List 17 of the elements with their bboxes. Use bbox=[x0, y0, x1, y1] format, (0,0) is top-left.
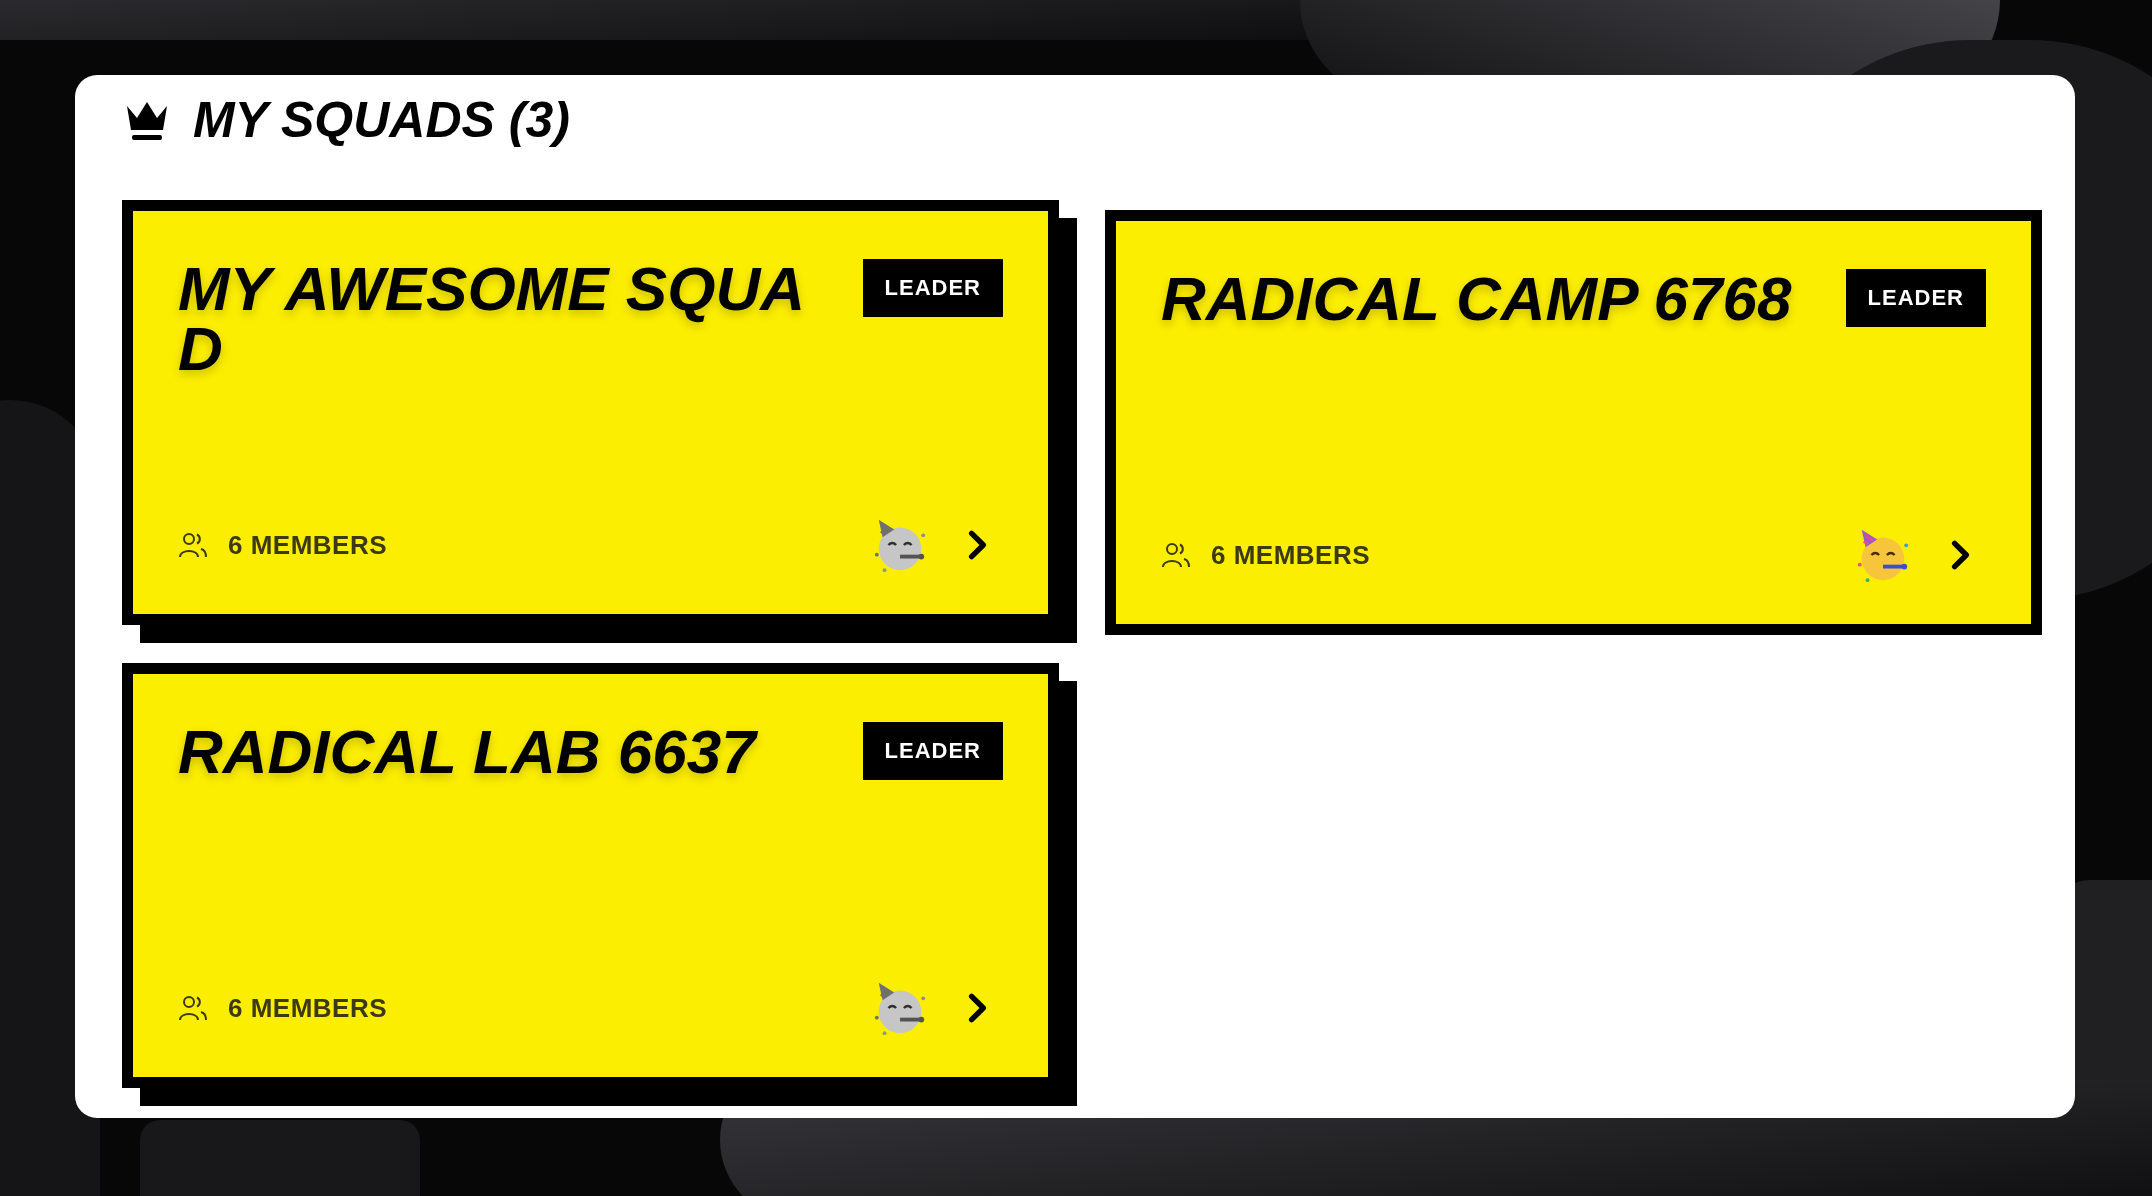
leader-badge: LEADER bbox=[862, 259, 1003, 317]
leader-badge: LEADER bbox=[1845, 269, 1986, 327]
leader-badge: LEADER bbox=[862, 722, 1003, 780]
chevron-right-icon bbox=[1950, 539, 1972, 571]
member-count: 6 MEMBERS bbox=[228, 992, 388, 1024]
squad-name: RADICAL CAMP 6768 bbox=[1161, 269, 1793, 329]
members-icon bbox=[178, 994, 208, 1022]
members-icon bbox=[1161, 541, 1191, 569]
section-title: MY SQUADS (3) bbox=[193, 91, 570, 149]
member-count: 6 MEMBERS bbox=[228, 529, 388, 561]
chevron-right-icon bbox=[967, 992, 989, 1024]
chevron-right-icon bbox=[967, 529, 989, 561]
squad-name: MY AWESOME SQUAD bbox=[178, 259, 806, 379]
member-count: 6 MEMBERS bbox=[1211, 539, 1371, 571]
squad-name: RADICAL LAB 6637 bbox=[178, 722, 759, 782]
squad-card[interactable]: RADICAL CAMP 6768 LEADER 6 MEMBERS bbox=[1105, 210, 2042, 635]
members-icon bbox=[178, 531, 208, 559]
